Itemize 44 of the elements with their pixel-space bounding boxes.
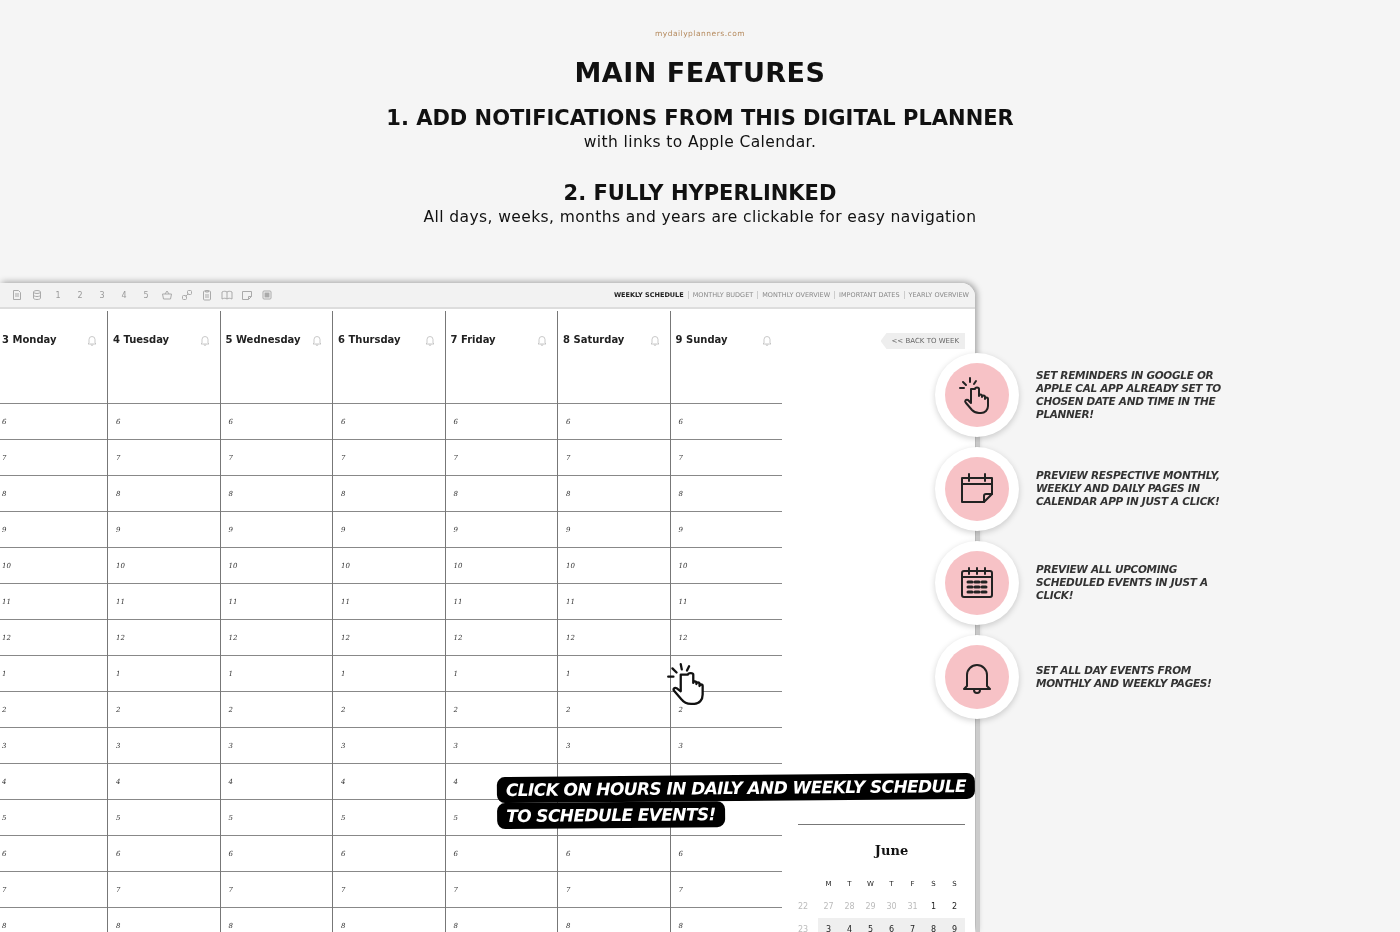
link-icon[interactable] [181,289,193,301]
calendar-day[interactable]: 3 [818,925,839,932]
feature-text: PREVIEW ALL UPCOMING SCHEDULED EVENTS IN JUST A CLICK! [1036,563,1209,602]
bell-icon[interactable] [87,334,97,346]
day-link[interactable]: 7 Friday [450,334,496,345]
feature-heading: 2. FULLY HYPERLINKED [563,181,837,205]
calendar-day[interactable]: 2 [944,902,965,911]
feature-text: PREVIEW RESPECTIVE MONTHLY, WEEKLY AND DAILY PAGES IN CALENDAR APP IN JUST A CLICK! [1036,469,1221,508]
page-title: MAIN FEATURES [574,57,826,88]
bell-icon[interactable] [199,334,210,346]
calendar-day[interactable]: 5 [860,925,881,932]
feature-description: with links to Apple Calendar. [583,133,817,151]
square-icon[interactable] [261,289,273,301]
selected-week-row[interactable]: 3 4 5 6 7 8 9 [818,918,965,932]
bell-icon[interactable] [312,334,322,346]
bell-icon[interactable] [424,334,435,346]
callout-text: TO SCHEDULE EVENTS! [497,801,725,830]
callout-text: CLICK ON HOURS IN DAILY AND WEEKLY SCHEDULE [496,772,975,804]
book-icon[interactable] [221,289,233,301]
feature-description: All days, weeks, months and years are clickable for easy navigation [423,208,977,226]
calendar-day[interactable]: 1 [923,902,944,911]
feature-text: SET ALL DAY EVENTS FROM MONTHLY AND WEEKLY PAGES! [1036,663,1213,690]
calendar-day[interactable]: 9 [944,925,965,932]
calendar-day[interactable]: 8 [923,925,944,932]
day-link[interactable]: 3 Monday [2,334,57,345]
day-link[interactable]: 5 Wednesday [225,334,301,345]
month-title[interactable]: June [798,843,965,858]
bell-icon[interactable] [537,334,547,346]
calendar-day[interactable]: 6 [881,925,902,932]
clipboard-icon[interactable] [201,289,213,301]
calendar-day[interactable]: 4 [839,925,860,932]
document-icon[interactable] [11,289,23,301]
feature-text: SET REMINDERS IN GOOGLE OR APPLE CAL APP ALREADY SET TO CHOSEN DATE AND TIME IN THE PLANNER! [1036,368,1221,421]
stack-icon[interactable] [31,289,43,301]
day-link[interactable]: 4 Tuesday [113,334,170,345]
day-link[interactable]: 9 Sunday [675,334,728,345]
bell-icon[interactable] [649,334,660,346]
calendar-day[interactable]: 7 [902,925,923,932]
note-icon[interactable] [241,289,253,301]
bell-icon[interactable] [762,334,772,346]
feature-heading: 1. ADD NOTIFICATIONS FROM THIS DIGITAL PLANNER [386,106,1014,130]
basket-icon[interactable] [161,289,173,301]
day-link[interactable]: 8 Saturday [563,334,625,345]
day-link[interactable]: 6 Thursday [338,334,401,345]
